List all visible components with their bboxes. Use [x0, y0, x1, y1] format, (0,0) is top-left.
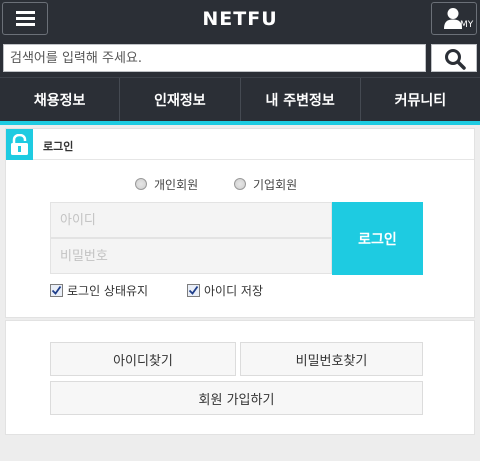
- account-panel: 아이디찾기 비밀번호찾기 회원 가입하기: [5, 320, 475, 435]
- top-header: NETFU MY: [0, 0, 480, 39]
- nav-accent-line: [0, 121, 480, 125]
- company-member-label: 기업회원: [253, 177, 298, 192]
- nav-item-talent[interactable]: 인재정보: [120, 78, 241, 121]
- my-label: MY: [460, 20, 474, 30]
- user-id-input[interactable]: [50, 202, 332, 238]
- find-password-button[interactable]: 비밀번호찾기: [240, 342, 423, 376]
- login-button[interactable]: 로그인: [332, 202, 423, 275]
- personal-member-label: 개인회원: [154, 177, 199, 192]
- lock-icon: [11, 134, 28, 155]
- login-panel-header: 로그인: [6, 129, 474, 160]
- main-nav: 채용정보 인재정보 내 주변정보 커뮤니티: [0, 77, 480, 121]
- keep-login-label: 로그인 상태유지: [67, 284, 149, 298]
- keep-login-option[interactable]: 로그인 상태유지: [50, 282, 148, 299]
- personal-member-radio[interactable]: [135, 178, 147, 190]
- my-page-button[interactable]: MY: [431, 2, 477, 35]
- save-id-checkbox[interactable]: [187, 284, 200, 297]
- search-bar: [0, 39, 480, 77]
- keep-login-checkbox[interactable]: [50, 284, 63, 297]
- nav-item-community[interactable]: 커뮤니티: [361, 78, 480, 121]
- login-panel: 로그인 개인회원 기업회원 로그인 로그인 상태유지 아이디 저장: [5, 128, 475, 318]
- site-logo[interactable]: NETFU: [0, 8, 480, 30]
- hamburger-icon-bar: [16, 17, 35, 20]
- search-button[interactable]: [431, 44, 477, 72]
- save-id-label: 아이디 저장: [204, 284, 264, 298]
- save-id-option[interactable]: 아이디 저장: [187, 282, 263, 299]
- company-member-radio[interactable]: [234, 178, 246, 190]
- lock-icon-box: [6, 129, 33, 160]
- nav-item-jobs[interactable]: 채용정보: [0, 78, 121, 121]
- company-member-option[interactable]: 기업회원: [234, 175, 297, 193]
- find-id-button[interactable]: 아이디찾기: [50, 342, 236, 376]
- nav-item-nearby[interactable]: 내 주변정보: [241, 78, 361, 121]
- check-icon: [51, 285, 62, 295]
- personal-member-option[interactable]: 개인회원: [135, 175, 198, 193]
- search-input[interactable]: [3, 44, 426, 72]
- hamburger-icon-bar: [16, 23, 35, 26]
- signup-button[interactable]: 회원 가입하기: [50, 381, 423, 415]
- menu-button[interactable]: [2, 2, 48, 35]
- search-icon: [445, 49, 466, 70]
- check-icon: [188, 285, 199, 295]
- hamburger-icon-bar: [16, 11, 35, 14]
- login-title: 로그인: [43, 140, 74, 153]
- password-input[interactable]: [50, 238, 332, 274]
